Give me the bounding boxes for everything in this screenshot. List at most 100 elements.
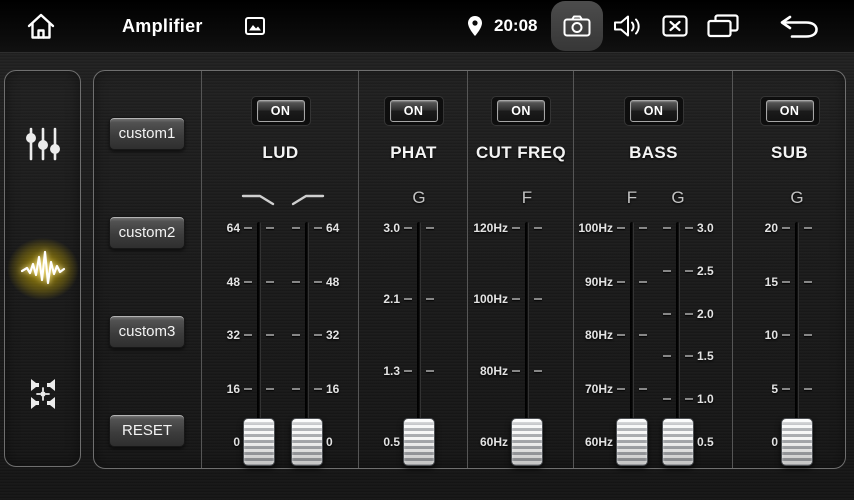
custom3-button[interactable]: custom3 bbox=[109, 315, 185, 348]
slider-track[interactable] bbox=[525, 222, 529, 450]
phat-on-button[interactable]: ON bbox=[384, 96, 444, 126]
cutfreq-on-button[interactable]: ON bbox=[491, 96, 551, 126]
tick-dash bbox=[782, 334, 790, 336]
tick-dash bbox=[534, 298, 542, 300]
tick-dash bbox=[512, 370, 520, 372]
gain-label: G bbox=[412, 188, 425, 208]
lud-column: ON LUD 64 48 32 16 0 64 48 32 bbox=[201, 71, 359, 468]
on-label: ON bbox=[257, 100, 305, 122]
tick-dash bbox=[314, 281, 322, 283]
tick-label: 2.0 bbox=[697, 307, 714, 321]
tick-dash bbox=[426, 370, 434, 372]
volume-button[interactable] bbox=[613, 14, 643, 38]
slider-track[interactable] bbox=[676, 222, 680, 450]
tick-label: 100Hz bbox=[473, 292, 508, 306]
slider-thumb[interactable] bbox=[781, 418, 813, 466]
tick-dash bbox=[804, 281, 812, 283]
tick-dash bbox=[639, 334, 647, 336]
tick-dash bbox=[404, 298, 412, 300]
tick-dash bbox=[266, 334, 274, 336]
tick-dash bbox=[617, 334, 625, 336]
tick-label: 60Hz bbox=[585, 435, 613, 449]
tick-dash bbox=[639, 281, 647, 283]
home-button[interactable] bbox=[26, 12, 56, 40]
slider-thumb[interactable] bbox=[403, 418, 435, 466]
tick-dash bbox=[663, 313, 671, 315]
tick-label: 90Hz bbox=[585, 275, 613, 289]
tick-label: 1.0 bbox=[697, 392, 714, 406]
tick-dash bbox=[782, 388, 790, 390]
tick-dash bbox=[663, 227, 671, 229]
tick-label: 48 bbox=[227, 275, 240, 289]
back-button[interactable] bbox=[779, 14, 819, 39]
tick-dash bbox=[804, 227, 812, 229]
camera-button[interactable] bbox=[551, 1, 603, 51]
slider-thumb[interactable] bbox=[511, 418, 543, 466]
tick-label: 0 bbox=[771, 435, 778, 449]
tick-dash bbox=[266, 227, 274, 229]
tick-dash bbox=[244, 388, 252, 390]
sub-on-button[interactable]: ON bbox=[760, 96, 820, 126]
slider-thumb[interactable] bbox=[243, 418, 275, 466]
tick-label: 32 bbox=[227, 328, 240, 342]
sidebar-item-equalizer[interactable] bbox=[15, 116, 71, 172]
lud-title: LUD bbox=[202, 143, 359, 163]
slider-track[interactable] bbox=[257, 222, 261, 450]
tick-label: 0 bbox=[326, 435, 333, 449]
tick-label: 70Hz bbox=[585, 382, 613, 396]
tick-dash bbox=[663, 270, 671, 272]
tick-dash bbox=[426, 227, 434, 229]
tick-dash bbox=[534, 370, 542, 372]
tick-dash bbox=[404, 370, 412, 372]
phat-column: ON PHAT G 3.0 2.1 1.3 0.5 bbox=[358, 71, 468, 468]
custom1-button[interactable]: custom1 bbox=[109, 117, 185, 150]
tick-dash bbox=[314, 334, 322, 336]
close-window-button[interactable] bbox=[662, 15, 688, 37]
slider-thumb[interactable] bbox=[291, 418, 323, 466]
slider-track[interactable] bbox=[417, 222, 421, 450]
recent-apps-button[interactable] bbox=[707, 14, 739, 38]
lowpass-curve-icon bbox=[241, 192, 277, 206]
tick-dash bbox=[534, 227, 542, 229]
tick-label: 15 bbox=[765, 275, 778, 289]
amplifier-panel: custom1 custom2 custom3 RESET ON LUD 64 … bbox=[93, 70, 846, 469]
lud-on-button[interactable]: ON bbox=[251, 96, 311, 126]
sidebar-item-sound-effects[interactable] bbox=[15, 241, 71, 297]
sidebar bbox=[4, 70, 81, 467]
bass-on-button[interactable]: ON bbox=[624, 96, 684, 126]
tick-label: 5 bbox=[771, 382, 778, 396]
tick-label: 1.3 bbox=[383, 364, 400, 378]
tick-dash bbox=[426, 298, 434, 300]
slider-track[interactable] bbox=[305, 222, 309, 450]
reset-button[interactable]: RESET bbox=[109, 414, 185, 447]
custom2-button[interactable]: custom2 bbox=[109, 216, 185, 249]
sub-title: SUB bbox=[733, 143, 846, 163]
tick-dash bbox=[639, 388, 647, 390]
tick-dash bbox=[685, 313, 693, 315]
tick-label: 0.5 bbox=[697, 435, 714, 449]
tick-dash bbox=[685, 227, 693, 229]
tick-dash bbox=[663, 355, 671, 357]
sidebar-item-speaker-balance[interactable] bbox=[15, 366, 71, 422]
tick-label: 20 bbox=[765, 221, 778, 235]
on-label: ON bbox=[390, 100, 438, 122]
slider-track[interactable] bbox=[795, 222, 799, 450]
tick-dash bbox=[314, 227, 322, 229]
tick-dash bbox=[804, 334, 812, 336]
slider-thumb[interactable] bbox=[616, 418, 648, 466]
tick-label: 64 bbox=[227, 221, 240, 235]
freq-label: F bbox=[522, 188, 532, 208]
top-bar: Amplifier 20:08 bbox=[0, 0, 854, 53]
back-icon bbox=[779, 14, 819, 39]
slider-thumb[interactable] bbox=[662, 418, 694, 466]
tick-dash bbox=[404, 227, 412, 229]
tick-label: 2.1 bbox=[383, 292, 400, 306]
presets-column: custom1 custom2 custom3 RESET bbox=[94, 71, 201, 468]
slider-track[interactable] bbox=[630, 222, 634, 450]
gallery-button[interactable] bbox=[245, 17, 265, 35]
sound-wave-icon bbox=[20, 249, 66, 289]
volume-icon bbox=[613, 14, 643, 38]
page-title: Amplifier bbox=[122, 0, 203, 52]
tick-dash bbox=[292, 281, 300, 283]
tick-dash bbox=[782, 227, 790, 229]
